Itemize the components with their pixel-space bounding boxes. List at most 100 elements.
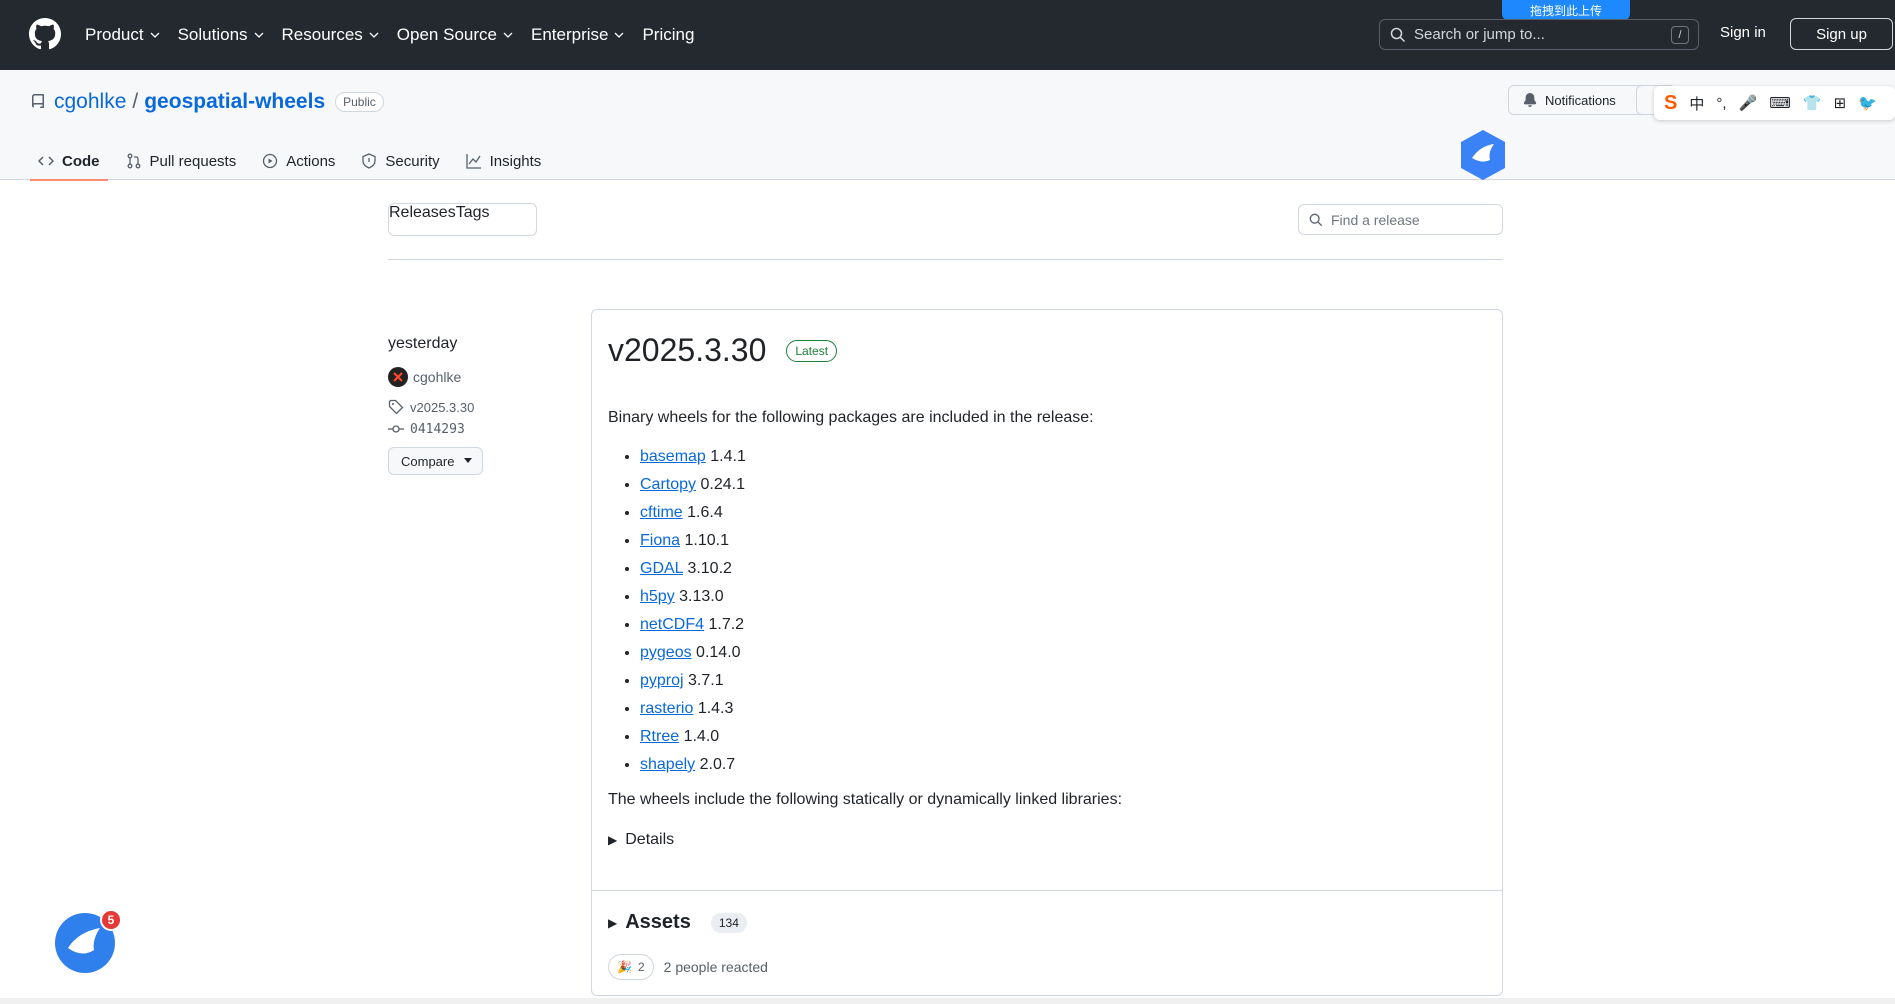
details-label: Details	[625, 831, 675, 848]
repo-name-link[interactable]: geospatial-wheels	[144, 90, 325, 114]
ime-toolbar: S 中 °, 🎤 ⌨ 👕 ⊞ 🐦	[1654, 86, 1895, 120]
package-link[interactable]: rasterio	[640, 700, 693, 717]
package-link[interactable]: h5py	[640, 588, 675, 605]
avatar-image	[393, 372, 403, 382]
search-input[interactable]: Search or jump to... /	[1379, 19, 1699, 50]
find-release-input[interactable]: Find a release	[1298, 204, 1503, 235]
nav-label: Open Source	[396, 25, 497, 44]
global-header: Product Solutions Resources Open Source …	[0, 0, 1895, 70]
tab-code[interactable]: Code	[30, 142, 108, 181]
nav-pricing[interactable]: Pricing	[642, 25, 694, 45]
assets-toggle[interactable]: ▶ Assets 134	[608, 911, 747, 934]
nav-enterprise[interactable]: Enterprise	[531, 25, 624, 45]
package-item: cftime 1.6.4	[640, 499, 1488, 527]
search-icon	[1309, 213, 1323, 226]
section-divider	[388, 259, 1503, 260]
release-date: yesterday	[388, 335, 458, 352]
repo-icon	[31, 94, 44, 108]
package-item: Fiona 1.10.1	[640, 527, 1488, 555]
keyboard-icon[interactable]: ⌨	[1769, 94, 1791, 112]
releases-tab[interactable]: Releases	[389, 204, 456, 235]
notifications-label: Notifications	[1545, 92, 1616, 108]
grid-menu-icon[interactable]: ⊞	[1834, 94, 1847, 112]
upload-drop-badge[interactable]: 拖拽到此上传	[1502, 0, 1630, 20]
top-nav: Product Solutions Resources Open Source …	[85, 0, 712, 70]
package-version: 1.4.1	[710, 448, 746, 465]
ime-language-toggle[interactable]: 中	[1689, 93, 1704, 114]
release-meta: yesterday cgohlke v2025.3.30 0414293 Com…	[388, 335, 568, 475]
tag-icon	[388, 399, 404, 415]
nav-resources[interactable]: Resources	[282, 25, 379, 45]
package-link[interactable]: basemap	[640, 448, 706, 465]
release-author[interactable]: cgohlke	[388, 367, 568, 387]
release-commit-link[interactable]: 0414293	[388, 421, 568, 437]
release-title[interactable]: v2025.3.30	[608, 332, 766, 369]
reaction-button[interactable]: 🎉 2	[608, 954, 654, 980]
nav-product[interactable]: Product	[85, 25, 160, 45]
chevron-down-icon	[150, 32, 160, 38]
package-item: basemap 1.4.1	[640, 443, 1488, 471]
package-link[interactable]: pyproj	[640, 672, 684, 689]
party-popper-icon: 🎉	[617, 960, 632, 974]
github-logo-icon[interactable]	[29, 18, 61, 50]
package-version: 3.7.1	[688, 672, 724, 689]
package-link[interactable]: cftime	[640, 504, 683, 521]
nav-open-source[interactable]: Open Source	[397, 25, 513, 45]
package-version: 3.13.0	[679, 588, 724, 605]
skin-icon[interactable]: 👕	[1803, 94, 1822, 112]
nav-solutions[interactable]: Solutions	[178, 25, 264, 45]
tab-security[interactable]: Security	[353, 142, 447, 180]
package-link[interactable]: Fiona	[640, 532, 680, 549]
compare-button[interactable]: Compare	[388, 447, 483, 475]
chevron-down-icon	[254, 32, 263, 38]
commit-icon	[388, 425, 404, 433]
package-link[interactable]: shapely	[640, 756, 695, 773]
package-item: rasterio 1.4.3	[640, 695, 1488, 723]
assets-label: Assets	[625, 911, 691, 933]
repo-owner-link[interactable]: cgohlke	[54, 90, 126, 114]
linked-libraries-text: The wheels include the following statica…	[608, 791, 1123, 808]
floating-bird-icon[interactable]	[1458, 128, 1508, 182]
tab-actions[interactable]: Actions	[254, 142, 343, 180]
release-tag-link[interactable]: v2025.3.30	[388, 399, 568, 415]
package-link[interactable]: Cartopy	[640, 476, 696, 493]
ime-extra-icon[interactable]: 🐦	[1858, 94, 1877, 112]
package-version: 3.10.2	[687, 560, 732, 577]
chevron-down-icon	[503, 32, 513, 38]
package-item: Cartopy 0.24.1	[640, 471, 1488, 499]
package-version: 0.24.1	[700, 476, 745, 493]
package-item: shapely 2.0.7	[640, 751, 1488, 779]
sign-in-link[interactable]: Sign in	[1720, 24, 1766, 41]
details-toggle[interactable]: ▶ Details	[608, 831, 1488, 849]
package-version: 1.10.1	[684, 532, 729, 549]
sign-up-button[interactable]: Sign up	[1790, 18, 1893, 50]
tag-name: v2025.3.30	[410, 399, 475, 415]
package-link[interactable]: GDAL	[640, 560, 683, 577]
ime-punctuation-icon[interactable]: °,	[1716, 95, 1726, 112]
package-link[interactable]: netCDF4	[640, 616, 704, 633]
release-body: v2025.3.30 Latest Binary wheels for the …	[608, 332, 1488, 849]
nav-label: Pricing	[642, 25, 695, 44]
package-link[interactable]: Rtree	[640, 728, 679, 745]
releases-tags-switch: Releases Tags	[388, 203, 537, 236]
microphone-icon[interactable]: 🎤	[1739, 94, 1758, 112]
shield-icon	[362, 153, 377, 169]
horizontal-scrollbar[interactable]	[0, 998, 1895, 1004]
chevron-down-icon	[369, 32, 379, 38]
nav-label: Enterprise	[530, 25, 609, 44]
reaction-count: 2	[637, 960, 645, 974]
nav-label: Resources	[281, 25, 363, 44]
chevron-down-icon	[615, 32, 624, 38]
ime-logo-icon[interactable]: S	[1664, 92, 1677, 115]
tab-pull-requests[interactable]: Pull requests	[118, 142, 245, 180]
play-circle-icon	[263, 153, 278, 169]
repo-header: cgohlke / geospatial-wheels Public Notif…	[0, 70, 1895, 182]
code-icon	[38, 156, 54, 166]
package-link[interactable]: pygeos	[640, 644, 692, 661]
tab-insights[interactable]: Insights	[458, 142, 550, 180]
package-version: 2.0.7	[699, 756, 736, 773]
package-version: 1.4.0	[683, 728, 720, 745]
graph-icon	[465, 154, 481, 169]
tab-label: Pull requests	[149, 152, 237, 170]
tags-tab[interactable]: Tags	[456, 204, 490, 235]
